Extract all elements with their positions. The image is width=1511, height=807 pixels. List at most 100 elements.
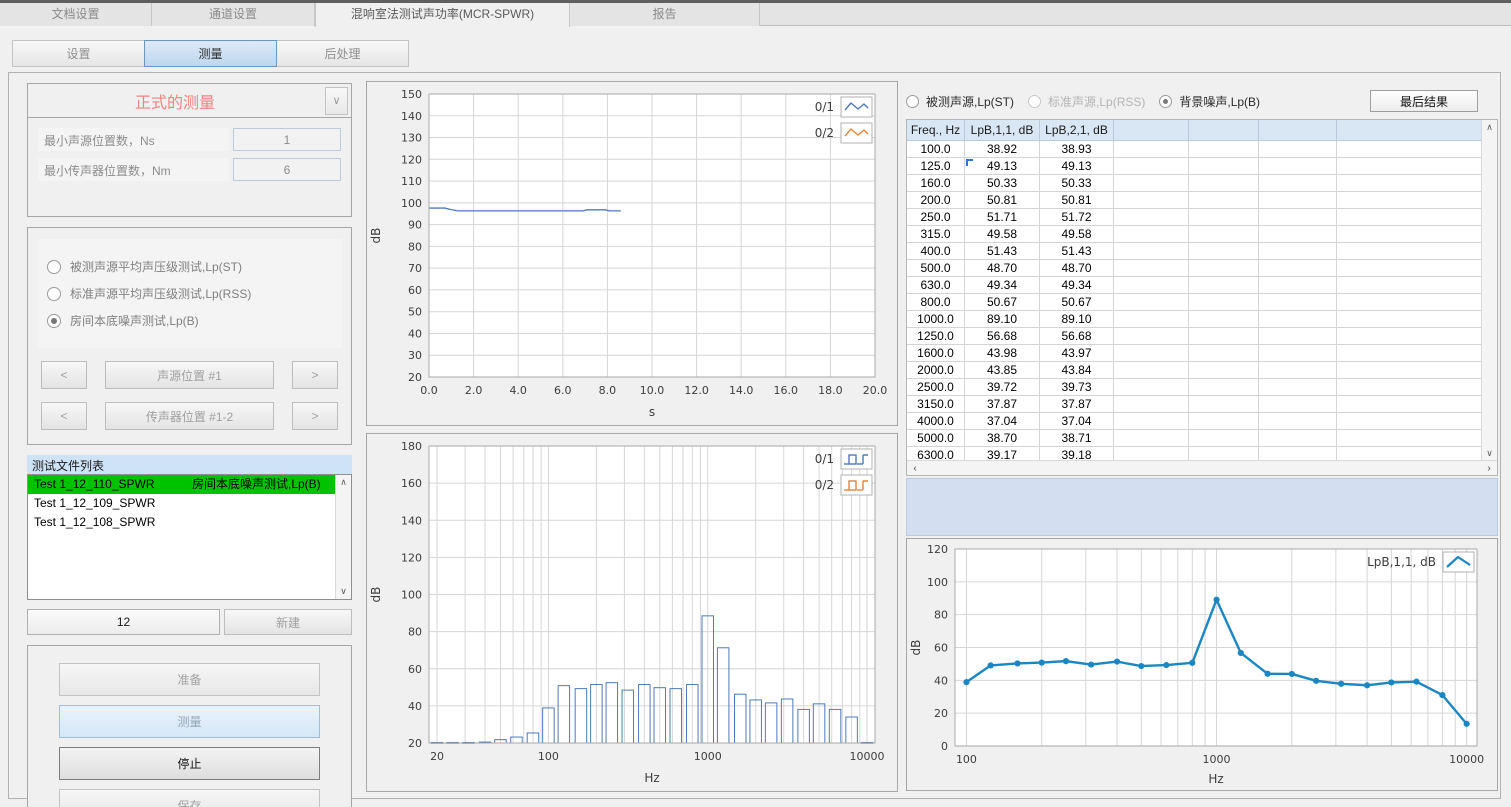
- ns-field[interactable]: [233, 128, 341, 151]
- table-cell[interactable]: [1259, 413, 1337, 429]
- table-cell[interactable]: 51.43: [1040, 243, 1114, 259]
- table-cell[interactable]: [1189, 311, 1259, 327]
- table-cell[interactable]: 48.70: [965, 260, 1040, 276]
- table-row[interactable]: 160.050.3350.33: [907, 175, 1497, 192]
- table-cell[interactable]: 400.0: [907, 243, 965, 259]
- table-cell[interactable]: [1337, 413, 1483, 429]
- table-row[interactable]: 5000.038.7038.71: [907, 430, 1497, 447]
- table-cell[interactable]: [1337, 209, 1483, 225]
- table-cell[interactable]: [1259, 277, 1337, 293]
- table-cell[interactable]: [1337, 277, 1483, 293]
- table-cell[interactable]: 51.71: [965, 209, 1040, 225]
- table-cell[interactable]: [1189, 294, 1259, 310]
- table-cell[interactable]: [1189, 175, 1259, 191]
- table-cell[interactable]: 4000.0: [907, 413, 965, 429]
- table-cell[interactable]: 38.93: [1040, 141, 1114, 157]
- subtab-settings[interactable]: 设置: [12, 40, 145, 67]
- source-position-prev-button[interactable]: <: [41, 361, 87, 389]
- radio-lp-b[interactable]: 房间本底噪声测试,Lp(B): [47, 307, 332, 334]
- table-row[interactable]: 800.050.6750.67: [907, 294, 1497, 311]
- table-cell[interactable]: [1337, 294, 1483, 310]
- table-cell[interactable]: 38.71: [1040, 430, 1114, 446]
- table-cell[interactable]: 43.84: [1040, 362, 1114, 378]
- table-row[interactable]: 1250.056.6856.68: [907, 328, 1497, 345]
- tab-report[interactable]: 报告: [570, 3, 760, 26]
- table-cell[interactable]: [1337, 328, 1483, 344]
- mic-position-next-button[interactable]: >: [292, 402, 338, 430]
- table-cell[interactable]: [1114, 158, 1189, 174]
- table-cell[interactable]: [1259, 175, 1337, 191]
- results-table-grid[interactable]: Freq., HzLpB,1,1, dBLpB,2,1, dB100.038.9…: [907, 120, 1497, 464]
- table-cell[interactable]: [1189, 328, 1259, 344]
- table-cell[interactable]: [1337, 158, 1483, 174]
- table-cell[interactable]: 50.67: [1040, 294, 1114, 310]
- table-cell[interactable]: 38.70: [965, 430, 1040, 446]
- radio-result-lp-st[interactable]: 被测声源,Lp(ST): [906, 93, 1014, 110]
- table-vertical-scrollbar[interactable]: ∧ ∨: [1481, 120, 1497, 461]
- table-cell[interactable]: 1250.0: [907, 328, 965, 344]
- table-cell[interactable]: [1189, 413, 1259, 429]
- table-cell[interactable]: 43.97: [1040, 345, 1114, 361]
- table-cell[interactable]: [1114, 311, 1189, 327]
- table-cell[interactable]: [1259, 260, 1337, 276]
- table-cell[interactable]: [1189, 209, 1259, 225]
- table-cell[interactable]: [1259, 379, 1337, 395]
- table-cell[interactable]: [1337, 226, 1483, 242]
- table-cell[interactable]: [1189, 158, 1259, 174]
- table-cell[interactable]: 48.70: [1040, 260, 1114, 276]
- source-position-next-button[interactable]: >: [292, 361, 338, 389]
- list-item[interactable]: Test 1_12_110_SPWR房间本底噪声测试,Lp(B): [28, 475, 335, 494]
- tab-channel-settings[interactable]: 通道设置: [152, 3, 315, 26]
- table-cell[interactable]: 51.72: [1040, 209, 1114, 225]
- table-cell[interactable]: [1337, 192, 1483, 208]
- table-cell[interactable]: 56.68: [965, 328, 1040, 344]
- table-cell[interactable]: 37.87: [965, 396, 1040, 412]
- table-cell[interactable]: [1189, 141, 1259, 157]
- table-cell[interactable]: [1114, 430, 1189, 446]
- table-cell[interactable]: [1337, 379, 1483, 395]
- mic-position-prev-button[interactable]: <: [41, 402, 87, 430]
- table-cell[interactable]: [1337, 141, 1483, 157]
- table-cell[interactable]: [1114, 226, 1189, 242]
- table-cell[interactable]: 37.04: [965, 413, 1040, 429]
- table-cell[interactable]: [1337, 175, 1483, 191]
- table-cell[interactable]: [1189, 277, 1259, 293]
- stop-button[interactable]: 停止: [59, 747, 320, 780]
- radio-result-lp-rss[interactable]: 标准声源,Lp(RSS): [1028, 93, 1145, 110]
- table-cell[interactable]: [1114, 209, 1189, 225]
- tab-mcr-spwr[interactable]: 混响室法测试声功率(MCR-SPWR): [315, 3, 570, 27]
- list-scrollbar[interactable]: ∧∨: [335, 475, 351, 599]
- table-cell[interactable]: 50.33: [965, 175, 1040, 191]
- table-row[interactable]: 400.051.4351.43: [907, 243, 1497, 260]
- scroll-right-icon[interactable]: ›: [1481, 463, 1497, 474]
- table-cell[interactable]: 49.58: [965, 226, 1040, 242]
- table-cell[interactable]: 39.72: [965, 379, 1040, 395]
- table-cell[interactable]: [1189, 345, 1259, 361]
- table-cell[interactable]: [1114, 294, 1189, 310]
- table-cell[interactable]: 125.0: [907, 158, 965, 174]
- table-cell[interactable]: 100.0: [907, 141, 965, 157]
- table-cell[interactable]: [1337, 430, 1483, 446]
- table-cell[interactable]: [1337, 362, 1483, 378]
- table-cell[interactable]: 43.98: [965, 345, 1040, 361]
- source-position-button[interactable]: 声源位置 #1: [105, 361, 274, 389]
- table-cell[interactable]: 315.0: [907, 226, 965, 242]
- table-row[interactable]: 1000.089.1089.10: [907, 311, 1497, 328]
- table-cell[interactable]: 49.58: [1040, 226, 1114, 242]
- table-row[interactable]: 500.048.7048.70: [907, 260, 1497, 277]
- table-cell[interactable]: [1114, 362, 1189, 378]
- table-cell[interactable]: [1189, 362, 1259, 378]
- table-row[interactable]: 630.049.3449.34: [907, 277, 1497, 294]
- table-row[interactable]: 125.049.1349.13: [907, 158, 1497, 175]
- table-cell[interactable]: [1189, 226, 1259, 242]
- chevron-down-icon[interactable]: ∨: [325, 87, 348, 115]
- table-cell[interactable]: [1259, 243, 1337, 259]
- file-count-button[interactable]: 12: [27, 609, 220, 635]
- table-cell[interactable]: [1259, 430, 1337, 446]
- table-cell[interactable]: 37.04: [1040, 413, 1114, 429]
- table-row[interactable]: 2500.039.7239.73: [907, 379, 1497, 396]
- table-cell[interactable]: [1259, 294, 1337, 310]
- table-cell[interactable]: 2500.0: [907, 379, 965, 395]
- table-row[interactable]: 2000.043.8543.84: [907, 362, 1497, 379]
- table-cell[interactable]: [1114, 277, 1189, 293]
